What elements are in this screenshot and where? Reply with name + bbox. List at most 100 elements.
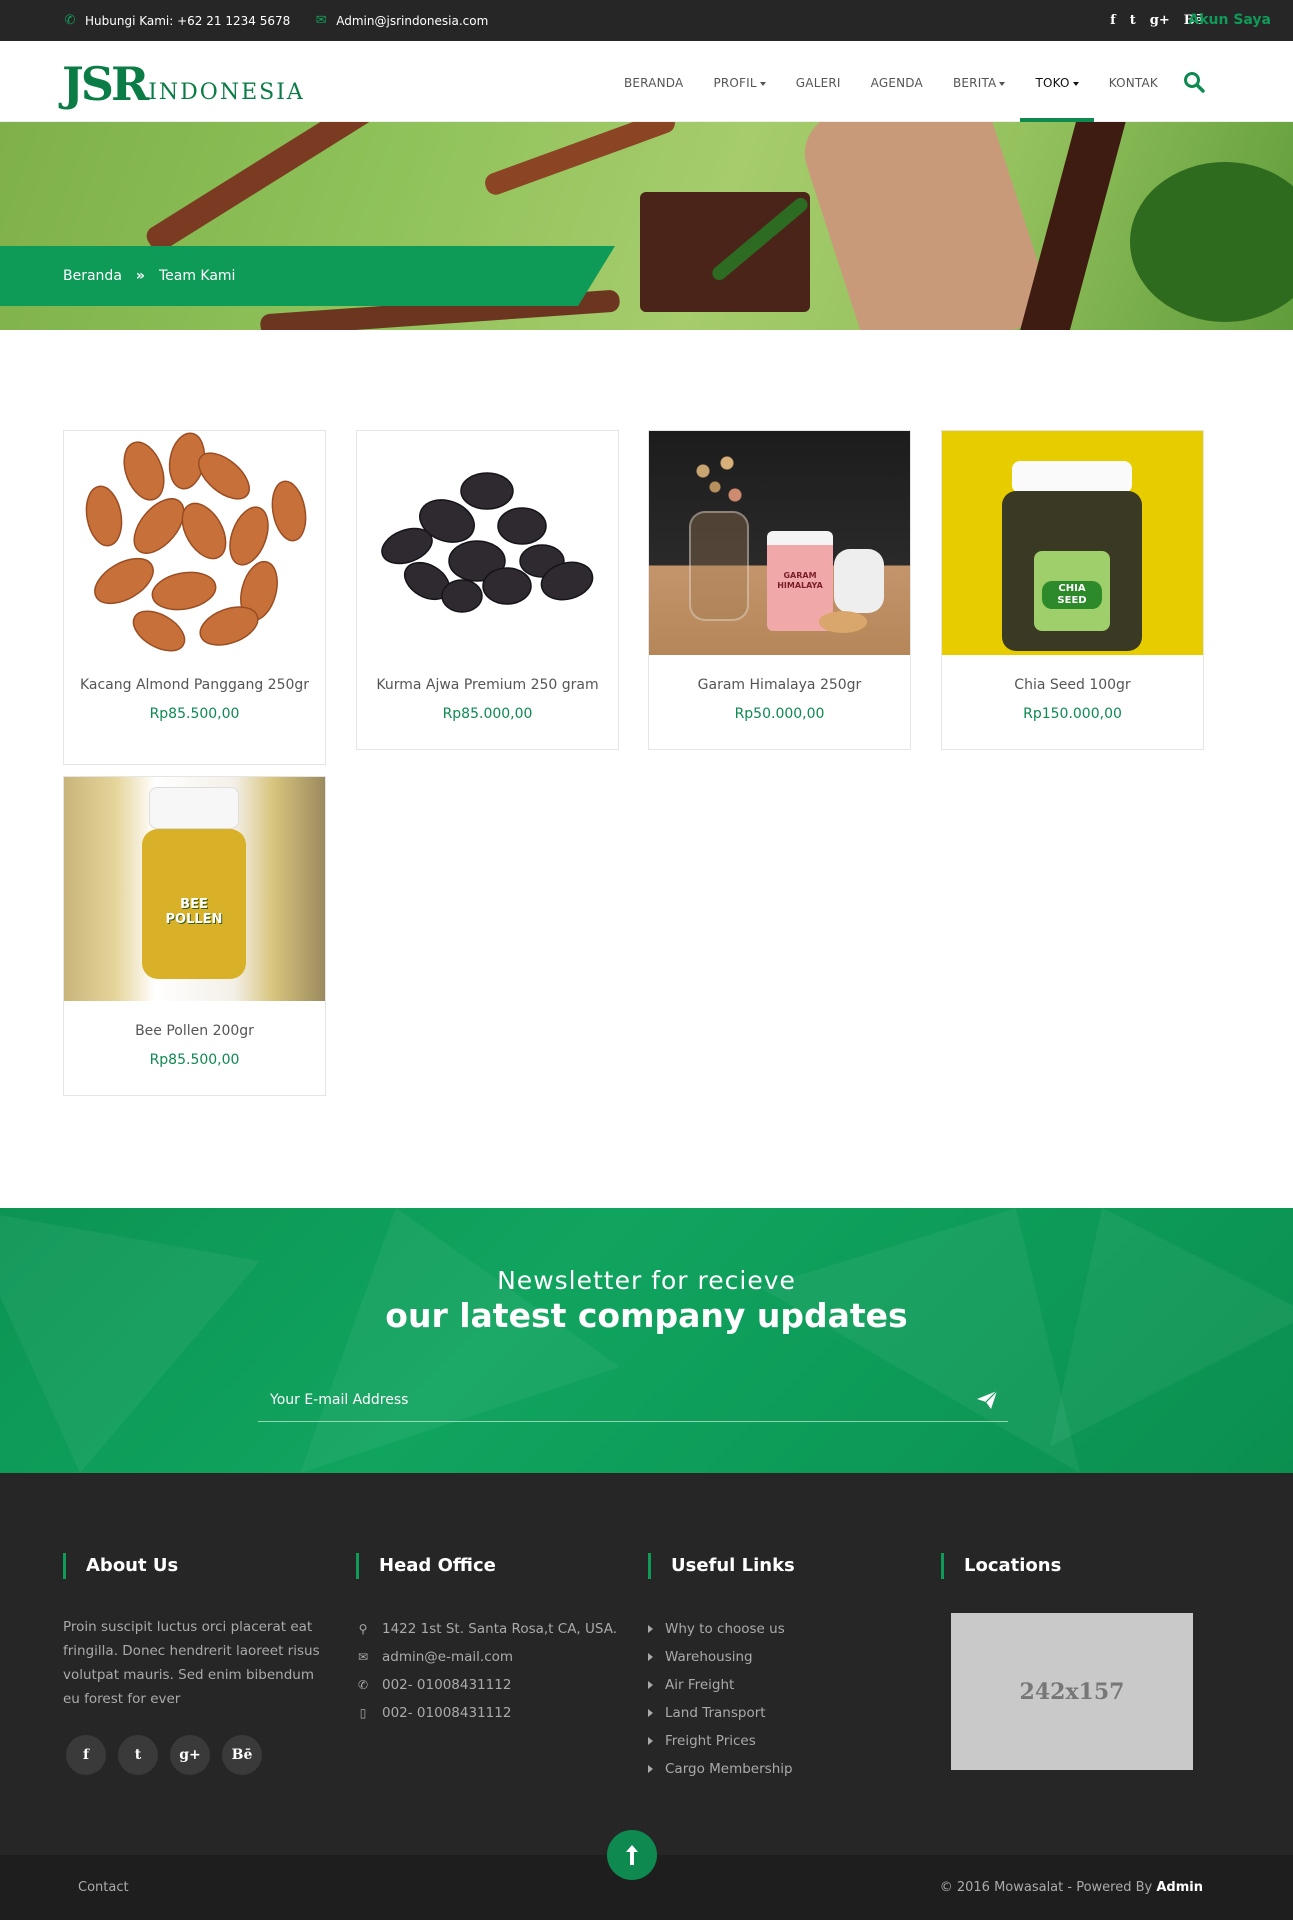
product-price: Rp85.000,00 [442, 706, 533, 722]
envelope-icon: ✉ [357, 1650, 369, 1664]
phone-icon: ✆ [357, 1678, 369, 1692]
facebook-icon[interactable]: f [1110, 13, 1116, 28]
banner-decoration [1014, 122, 1134, 330]
powered-by-link[interactable]: Admin [1156, 1880, 1203, 1895]
footer-link[interactable]: Why to choose us [648, 1615, 918, 1643]
footer-heading: Locations [941, 1553, 1211, 1579]
nav-berita[interactable]: BERITA [938, 41, 1021, 122]
banner-decoration [1130, 162, 1293, 322]
background-pattern [1050, 1208, 1293, 1447]
background-pattern [760, 1208, 1080, 1473]
footer-link[interactable]: Air Freight [648, 1671, 918, 1699]
banner-decoration [142, 122, 378, 255]
footer-link-label[interactable]: Freight Prices [665, 1733, 756, 1749]
footer-heading: Useful Links [648, 1553, 918, 1579]
location-map-placeholder[interactable]: 242x157 [951, 1613, 1193, 1770]
product-card[interactable]: GARAM HIMALAYA Garam Himalaya 250gr Rp50… [648, 430, 911, 750]
top-phone: ✆ Hubungi Kami: +62 21 1234 5678 [63, 13, 291, 28]
office-email[interactable]: ✉ admin@e-mail.com [356, 1643, 626, 1671]
footer-about: About Us Proin suscipit luctus orci plac… [63, 1553, 333, 1775]
page-banner: Beranda » Team Kami [0, 122, 1293, 330]
footer-link-label[interactable]: Land Transport [665, 1705, 766, 1721]
office-address: ⚲ 1422 1st St. Santa Rosa,t CA, USA. [356, 1615, 626, 1643]
caret-right-icon [648, 1625, 653, 1633]
page: ✆ Hubungi Kami: +62 21 1234 5678 ✉ Admin… [0, 0, 1293, 1920]
useful-links-list: Why to choose us Warehousing Air Freight… [648, 1615, 918, 1783]
background-pattern [300, 1208, 620, 1473]
caret-down-icon [1072, 81, 1079, 86]
newsletter-email-input[interactable] [258, 1378, 958, 1422]
product-title[interactable]: Chia Seed 100gr [942, 655, 1203, 694]
twitter-icon[interactable]: t [118, 1735, 158, 1775]
logo-mark: JSR [62, 57, 149, 111]
top-bar: ✆ Hubungi Kami: +62 21 1234 5678 ✉ Admin… [0, 0, 1293, 41]
top-contact: ✆ Hubungi Kami: +62 21 1234 5678 ✉ Admin… [63, 0, 489, 41]
chia-jar-lid [1012, 461, 1132, 493]
caret-right-icon [648, 1765, 653, 1773]
product-title[interactable]: Kacang Almond Panggang 250gr [64, 655, 325, 694]
nav-label: BERANDA [623, 76, 684, 90]
office-phone: ✆ 002- 01008431112 [356, 1671, 626, 1699]
caret-down-icon [759, 81, 766, 86]
caret-right-icon [648, 1709, 653, 1717]
office-email-text[interactable]: admin@e-mail.com [382, 1649, 513, 1665]
product-card[interactable]: Kacang Almond Panggang 250gr Rp85.500,00 [63, 430, 326, 765]
footer-link-label[interactable]: Warehousing [665, 1649, 753, 1665]
breadcrumb-current: Team Kami [158, 268, 236, 284]
facebook-icon[interactable]: f [66, 1735, 106, 1775]
newsletter-form [258, 1378, 1008, 1422]
footer-link-label[interactable]: Why to choose us [665, 1621, 785, 1637]
nav-agenda[interactable]: AGENDA [856, 41, 938, 122]
footer-link[interactable]: Cargo Membership [648, 1755, 918, 1783]
product-image[interactable] [357, 431, 618, 655]
google-plus-icon[interactable]: g+ [1150, 13, 1170, 28]
footer: About Us Proin suscipit luctus orci plac… [0, 1473, 1293, 1855]
account-link[interactable]: Akun Saya [1188, 0, 1271, 41]
caret-right-icon [648, 1653, 653, 1661]
back-to-top-button[interactable] [607, 1830, 657, 1880]
product-price: Rp85.500,00 [149, 706, 240, 722]
footer-link[interactable]: Freight Prices [648, 1727, 918, 1755]
main-nav: BERANDA PROFIL GALERI AGENDA BERITA TOKO… [609, 41, 1173, 122]
product-card[interactable]: BEE POLLEN Bee Pollen 200gr Rp85.500,00 [63, 776, 326, 1096]
nav-label: AGENDA [870, 76, 923, 90]
salt-jar-label: GARAM HIMALAYA [777, 571, 823, 590]
nav-profil[interactable]: PROFIL [698, 41, 780, 122]
nav-beranda[interactable]: BERANDA [609, 41, 699, 122]
behance-icon[interactable]: Bē [222, 1735, 262, 1775]
product-image[interactable]: CHIA SEED [942, 431, 1203, 655]
product-image[interactable]: BEE POLLEN [64, 777, 325, 1001]
nav-kontak[interactable]: KONTAK [1094, 41, 1173, 122]
product-card[interactable]: CHIA SEED Chia Seed 100gr Rp150.000,00 [941, 430, 1204, 750]
top-email-text[interactable]: Admin@jsrindonesia.com [336, 14, 488, 28]
product-title[interactable]: Garam Himalaya 250gr [649, 655, 910, 694]
product-title[interactable]: Kurma Ajwa Premium 250 gram [357, 655, 618, 694]
twitter-icon[interactable]: t [1130, 13, 1136, 28]
bee-jar-lid [149, 787, 239, 829]
office-mobile-text: 002- 01008431112 [382, 1705, 512, 1721]
logo[interactable]: JSR INDONESIA [62, 55, 305, 107]
product-title[interactable]: Bee Pollen 200gr [64, 1001, 325, 1040]
footer-link-label[interactable]: Cargo Membership [665, 1761, 793, 1777]
banner-decoration [794, 122, 1056, 330]
arrow-up-icon [626, 1845, 638, 1865]
top-email[interactable]: ✉ Admin@jsrindonesia.com [314, 13, 489, 28]
nav-label: KONTAK [1108, 76, 1158, 90]
breadcrumb-home[interactable]: Beranda [63, 268, 122, 284]
nav-galeri[interactable]: GALERI [781, 41, 856, 122]
paper-plane-icon[interactable] [976, 1390, 998, 1410]
office-list: ⚲ 1422 1st St. Santa Rosa,t CA, USA. ✉ adm… [356, 1615, 626, 1727]
google-plus-icon[interactable]: g+ [170, 1735, 210, 1775]
office-phone-text: 002- 01008431112 [382, 1677, 512, 1693]
bottom-contact-link[interactable]: Contact [78, 1855, 129, 1920]
footer-link-label[interactable]: Air Freight [665, 1677, 734, 1693]
product-image[interactable]: GARAM HIMALAYA [649, 431, 910, 655]
product-card[interactable]: Kurma Ajwa Premium 250 gram Rp85.000,00 [356, 430, 619, 750]
footer-link[interactable]: Warehousing [648, 1643, 918, 1671]
nav-toko[interactable]: TOKO [1020, 41, 1094, 122]
footer-link[interactable]: Land Transport [648, 1699, 918, 1727]
mobile-icon: ▯ [359, 1706, 367, 1720]
header: JSR INDONESIA BERANDA PROFIL GALERI AGEN… [0, 41, 1293, 122]
search-icon[interactable] [1183, 71, 1205, 93]
product-image[interactable] [64, 431, 325, 655]
